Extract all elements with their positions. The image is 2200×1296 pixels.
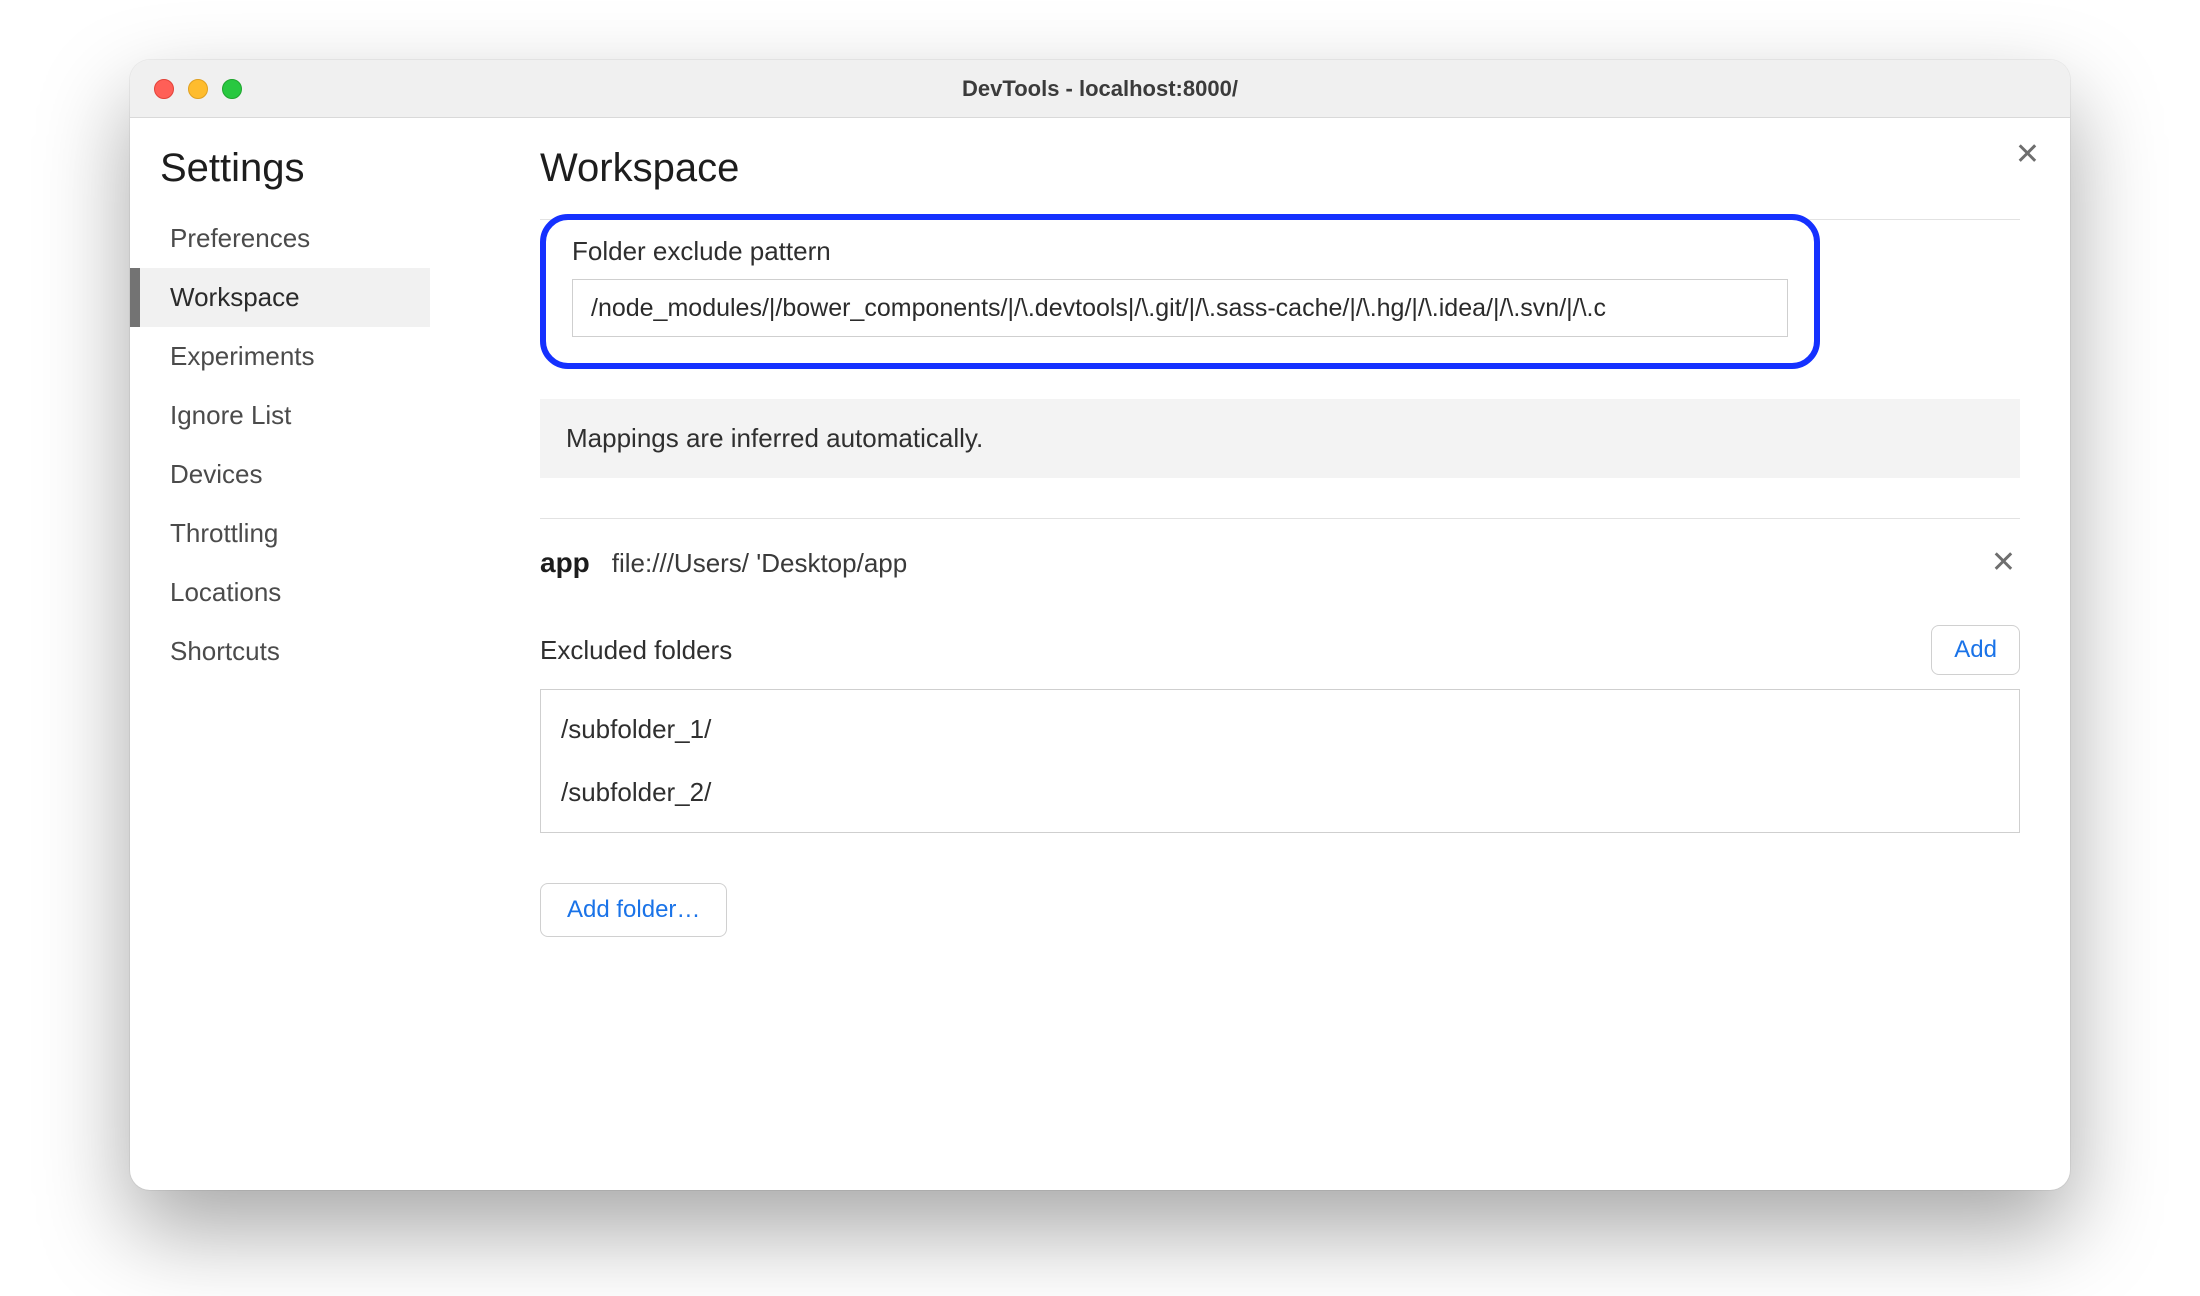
settings-title: Settings <box>130 146 430 209</box>
devtools-window: DevTools - localhost:8000/ ✕ Settings Pr… <box>130 60 2070 1190</box>
settings-main: Workspace Folder exclude pattern Mapping… <box>430 118 2070 1190</box>
excluded-folder-item[interactable]: /subfolder_2/ <box>541 761 2019 824</box>
sidebar-item-shortcuts[interactable]: Shortcuts <box>130 622 430 681</box>
workspace-folder-section: app file:///Users/ 'Desktop/app ✕ Exclud… <box>540 518 2020 937</box>
window-minimize-icon[interactable] <box>188 79 208 99</box>
window-zoom-icon[interactable] <box>222 79 242 99</box>
exclude-pattern-section: Folder exclude pattern <box>540 214 1820 369</box>
page-title: Workspace <box>540 146 2020 191</box>
remove-folder-icon[interactable]: ✕ <box>1991 548 2020 578</box>
mappings-info: Mappings are inferred automatically. <box>540 399 2020 478</box>
exclude-pattern-label: Folder exclude pattern <box>572 236 1788 267</box>
folder-path: file:///Users/ 'Desktop/app <box>612 548 907 579</box>
sidebar-item-ignore-list[interactable]: Ignore List <box>130 386 430 445</box>
sidebar-item-experiments[interactable]: Experiments <box>130 327 430 386</box>
folder-name: app <box>540 547 590 579</box>
sidebar-item-workspace[interactable]: Workspace <box>130 268 430 327</box>
window-traffic-lights <box>154 79 242 99</box>
sidebar-item-locations[interactable]: Locations <box>130 563 430 622</box>
window-titlebar: DevTools - localhost:8000/ <box>130 60 2070 118</box>
excluded-folder-item[interactable]: /subfolder_1/ <box>541 698 2019 761</box>
folder-header: app file:///Users/ 'Desktop/app ✕ <box>540 518 2020 599</box>
sidebar-item-preferences[interactable]: Preferences <box>130 209 430 268</box>
sidebar-item-devices[interactable]: Devices <box>130 445 430 504</box>
settings-sidebar: Settings Preferences Workspace Experimen… <box>130 118 430 1190</box>
window-close-icon[interactable] <box>154 79 174 99</box>
excluded-folders-header: Excluded folders Add <box>540 599 2020 689</box>
sidebar-item-throttling[interactable]: Throttling <box>130 504 430 563</box>
add-excluded-folder-button[interactable]: Add <box>1931 625 2020 675</box>
close-icon[interactable]: ✕ <box>2015 140 2040 170</box>
excluded-folders-list: /subfolder_1/ /subfolder_2/ <box>540 689 2020 833</box>
window-title: DevTools - localhost:8000/ <box>962 76 1238 102</box>
excluded-folders-label: Excluded folders <box>540 635 732 666</box>
exclude-pattern-input[interactable] <box>572 279 1788 337</box>
add-folder-button[interactable]: Add folder… <box>540 883 727 937</box>
